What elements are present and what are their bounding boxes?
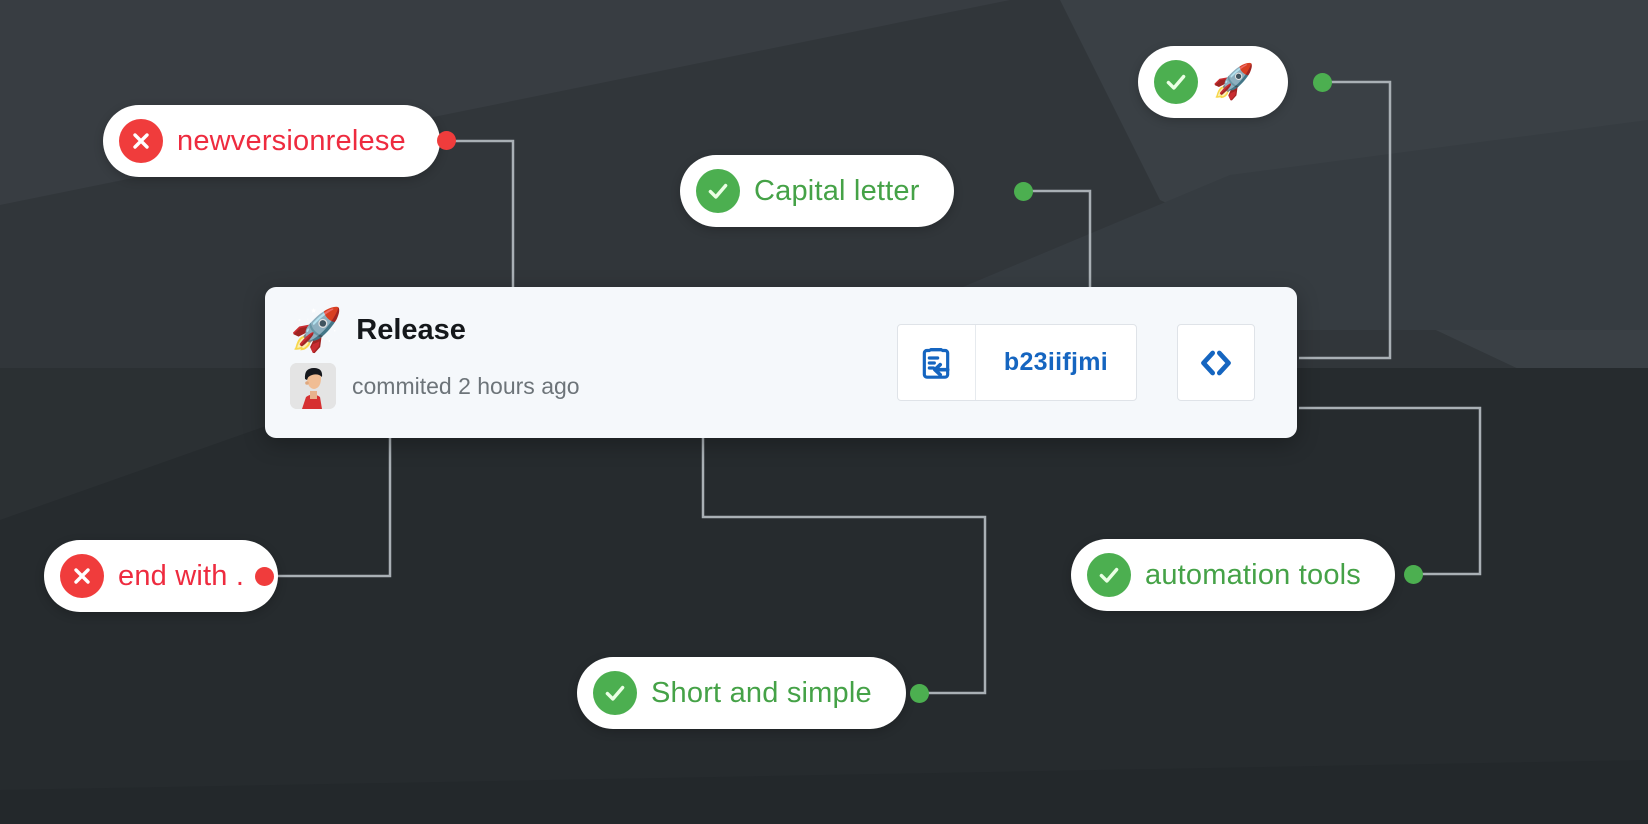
rocket-emoji: 🚀 bbox=[290, 306, 343, 353]
annotation-node-capital-letter bbox=[1014, 182, 1033, 201]
annotation-node-automation-tools bbox=[1404, 565, 1423, 584]
x-circle-icon bbox=[119, 119, 163, 163]
wire-newversionrelese bbox=[449, 139, 515, 290]
annotation-pill-short-and-simple[interactable]: Short and simple bbox=[577, 657, 906, 729]
clipboard-paste-icon[interactable] bbox=[898, 325, 976, 400]
commit-meta: commited 2 hours ago bbox=[352, 372, 580, 399]
check-circle-icon bbox=[593, 671, 637, 715]
commit-card-info: 🚀 Release commited 2 hours ago bbox=[265, 287, 897, 438]
check-circle-icon bbox=[696, 169, 740, 213]
diagram-canvas: newversionrelese Capital letter 🚀 end wi… bbox=[0, 0, 1648, 824]
annotation-label: end with . bbox=[118, 559, 245, 592]
annotation-label: Short and simple bbox=[651, 676, 872, 709]
rocket-emoji: 🚀 bbox=[1212, 63, 1255, 101]
code-brackets-icon[interactable] bbox=[1177, 324, 1255, 401]
wire-capital-letter bbox=[1026, 189, 1092, 290]
annotation-label: automation tools bbox=[1145, 558, 1361, 591]
wire-rocket bbox=[1299, 80, 1392, 360]
commit-hash[interactable]: b23iifjmi bbox=[976, 325, 1136, 400]
annotation-pill-end-with-period[interactable]: end with . bbox=[44, 540, 279, 612]
commit-card: 🚀 Release commited 2 hours ago b23iifjmi bbox=[265, 287, 1297, 438]
wire-end-with-period bbox=[266, 438, 392, 578]
commit-hash-group: b23iifjmi bbox=[896, 324, 1137, 401]
annotation-node-short-and-simple bbox=[910, 684, 929, 703]
annotation-node-end-with-period bbox=[255, 567, 274, 586]
x-circle-icon bbox=[60, 554, 104, 598]
commit-card-actions: b23iifjmi bbox=[896, 287, 1297, 438]
commit-title-row: 🚀 Release bbox=[290, 309, 897, 351]
annotation-pill-newversionrelese[interactable]: newversionrelese bbox=[103, 105, 440, 177]
annotation-label: newversionrelese bbox=[177, 124, 406, 157]
avatar bbox=[290, 363, 336, 409]
wire-short-and-simple bbox=[701, 438, 987, 695]
annotation-node-newversionrelese bbox=[437, 131, 456, 150]
check-circle-icon bbox=[1087, 553, 1131, 597]
annotation-pill-automation-tools[interactable]: automation tools bbox=[1071, 539, 1395, 611]
annotation-pill-capital-letter[interactable]: Capital letter bbox=[680, 155, 954, 227]
commit-meta-row: commited 2 hours ago bbox=[290, 363, 897, 409]
annotation-pill-rocket-emoji-rule[interactable]: 🚀 bbox=[1138, 46, 1289, 118]
annotation-label: Capital letter bbox=[754, 174, 920, 207]
check-circle-icon bbox=[1154, 60, 1198, 104]
annotation-node-rocket-emoji-rule bbox=[1313, 73, 1332, 92]
commit-title: Release bbox=[356, 313, 466, 346]
